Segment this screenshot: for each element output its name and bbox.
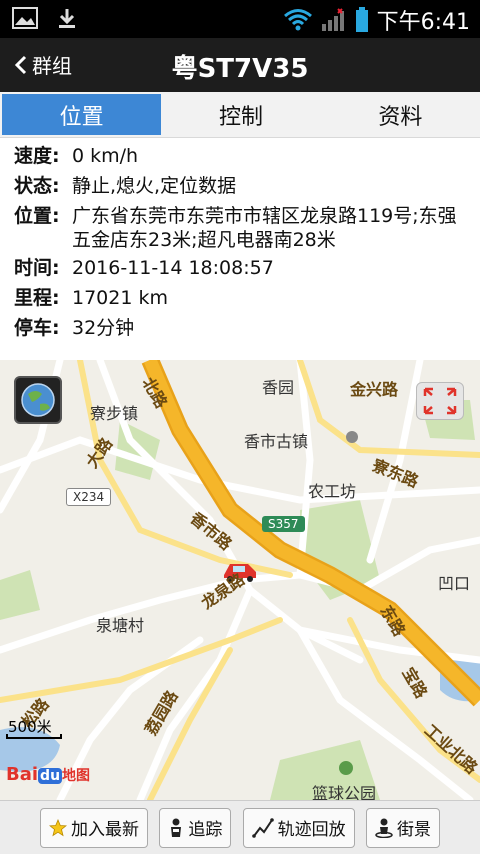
location-value: 广东省东莞市东莞市市辖区龙泉路119号;东强五金店东23米;超凡电器南28米 (72, 205, 457, 251)
streetview-button[interactable]: 街景 (365, 807, 440, 848)
map-label-nonggongfang: 农工坊 (308, 482, 357, 501)
star-icon (49, 818, 67, 836)
parking-value: 32分钟 (72, 317, 135, 339)
image-icon (12, 7, 38, 29)
speed-row: 速度: 0 km/h (14, 142, 468, 170)
add-latest-button[interactable]: 加入最新 (40, 807, 148, 848)
map-view[interactable]: 寮步镇 香园 金兴路 香市古镇 农工坊 泉塘村 凹口 篮球公园 寮东路 香市路 … (0, 360, 480, 800)
tab-control[interactable]: 控制 (161, 92, 320, 137)
download-icon (59, 9, 75, 28)
clock: 下午6:41 (376, 10, 470, 35)
battery-icon (355, 7, 368, 32)
map-label-liaobu: 寮步镇 (90, 404, 139, 423)
location-row: 位置: 广东省东莞市东莞市市辖区龙泉路119号;东强五金店东23米;超凡电器南2… (14, 202, 468, 252)
title-bar: 群组 粤ST7V35 (0, 38, 480, 92)
wifi-icon (283, 9, 312, 31)
road-badge-x234: X234 (66, 488, 112, 506)
baidu-logo-du: du (38, 768, 63, 784)
baidu-logo-bai: Bai (6, 764, 39, 785)
time-row: 时间: 2016-11-14 18:08:57 (14, 254, 468, 282)
parking-label: 停车: (14, 317, 60, 339)
status-bar: 下午6:41 (0, 0, 480, 38)
parking-row: 停车: 32分钟 (14, 314, 468, 342)
replay-label: 轨迹回放 (277, 820, 346, 840)
streetview-label: 街景 (396, 820, 431, 840)
map-label-xiangshi-guzhen: 香市古镇 (244, 432, 309, 451)
bottom-toolbar: 加入最新 追踪 轨迹回放 街景 (0, 800, 480, 854)
person-icon (171, 818, 182, 837)
map-layer-button[interactable] (14, 376, 62, 424)
baidu-map-logo: Bai du 地图 (6, 764, 90, 785)
tab-location[interactable]: 位置 (2, 94, 162, 135)
vehicle-info-panel: 速度: 0 km/h 状态: 静止,熄火,定位数据 位置: 广东省东莞市东莞市市… (0, 138, 480, 360)
fullscreen-icon (423, 387, 457, 415)
page-title: 粤ST7V35 (171, 54, 309, 84)
tab-profile[interactable]: 资料 (321, 92, 480, 137)
speed-label: 速度: (14, 145, 60, 167)
streetview-icon (375, 818, 393, 838)
map-scale-bar (6, 734, 62, 739)
map-label-xiangyuan: 香园 (262, 378, 295, 397)
map-label-quantang: 泉塘村 (96, 616, 145, 635)
map-label-aokou: 凹口 (438, 574, 471, 593)
map-label-lanqiu: 篮球公园 (312, 784, 377, 800)
map-label-jinxing: 金兴路 (350, 380, 399, 399)
baidu-logo-ditu: 地图 (62, 768, 91, 784)
track-icon (251, 817, 274, 838)
time-label: 时间: (14, 257, 60, 279)
state-row: 状态: 静止,熄火,定位数据 (14, 172, 468, 200)
replay-button[interactable]: 轨迹回放 (242, 807, 355, 848)
speed-value: 0 km/h (72, 145, 139, 167)
road-badge-s357: S357 (262, 516, 305, 532)
mileage-row: 里程: 17021 km (14, 284, 468, 312)
signal-icon (321, 8, 344, 31)
track-label: 追踪 (188, 820, 223, 840)
tab-bar: 位置 控制 资料 (0, 92, 480, 138)
time-value: 2016-11-14 18:08:57 (72, 257, 274, 279)
fullscreen-button[interactable] (416, 382, 464, 420)
track-button[interactable]: 追踪 (159, 807, 232, 848)
add-latest-label: 加入最新 (71, 820, 139, 840)
state-label: 状态: (14, 175, 60, 197)
location-label: 位置: (14, 205, 60, 227)
mileage-value: 17021 km (72, 287, 168, 309)
state-value: 静止,熄火,定位数据 (72, 175, 237, 197)
globe-icon (21, 383, 55, 417)
mileage-label: 里程: (14, 287, 60, 309)
